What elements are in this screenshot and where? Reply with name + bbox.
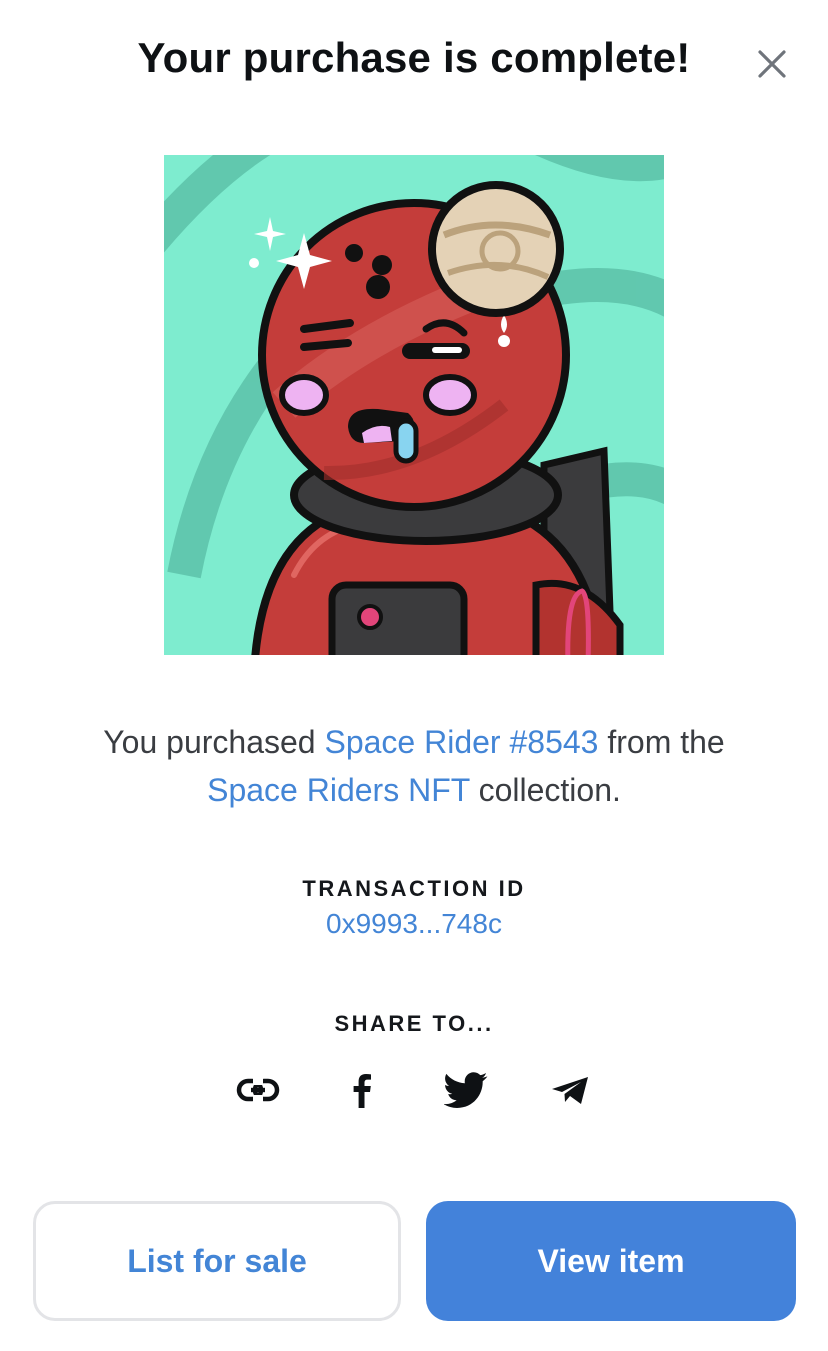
view-item-button[interactable]: View item [426, 1201, 796, 1321]
transaction-id-label: TRANSACTION ID [302, 876, 526, 901]
summary-middle: from the [598, 724, 725, 760]
collection-link[interactable]: Space Riders NFT [207, 772, 470, 808]
list-for-sale-button[interactable]: List for sale [33, 1201, 401, 1321]
share-link-button[interactable] [232, 1064, 284, 1116]
purchase-summary: You purchased Space Rider #8543 from the… [40, 718, 788, 814]
twitter-icon [444, 1072, 488, 1108]
summary-suffix: collection. [469, 772, 621, 808]
telegram-icon [552, 1077, 588, 1104]
share-telegram-button[interactable] [544, 1064, 596, 1116]
facebook-icon [353, 1074, 371, 1108]
share-twitter-button[interactable] [440, 1064, 492, 1116]
item-link[interactable]: Space Rider #8543 [324, 724, 598, 760]
share-row [0, 1064, 828, 1116]
nft-image [164, 155, 664, 655]
link-icon [236, 1078, 280, 1102]
share-facebook-button[interactable] [336, 1064, 388, 1116]
summary-prefix: You purchased [103, 724, 325, 760]
close-button[interactable] [748, 40, 796, 88]
transaction-id-link[interactable]: 0x9993...748c [0, 908, 828, 940]
close-icon [758, 50, 786, 78]
modal-title: Your purchase is complete! [137, 34, 691, 81]
share-label: SHARE TO... [334, 1011, 494, 1036]
